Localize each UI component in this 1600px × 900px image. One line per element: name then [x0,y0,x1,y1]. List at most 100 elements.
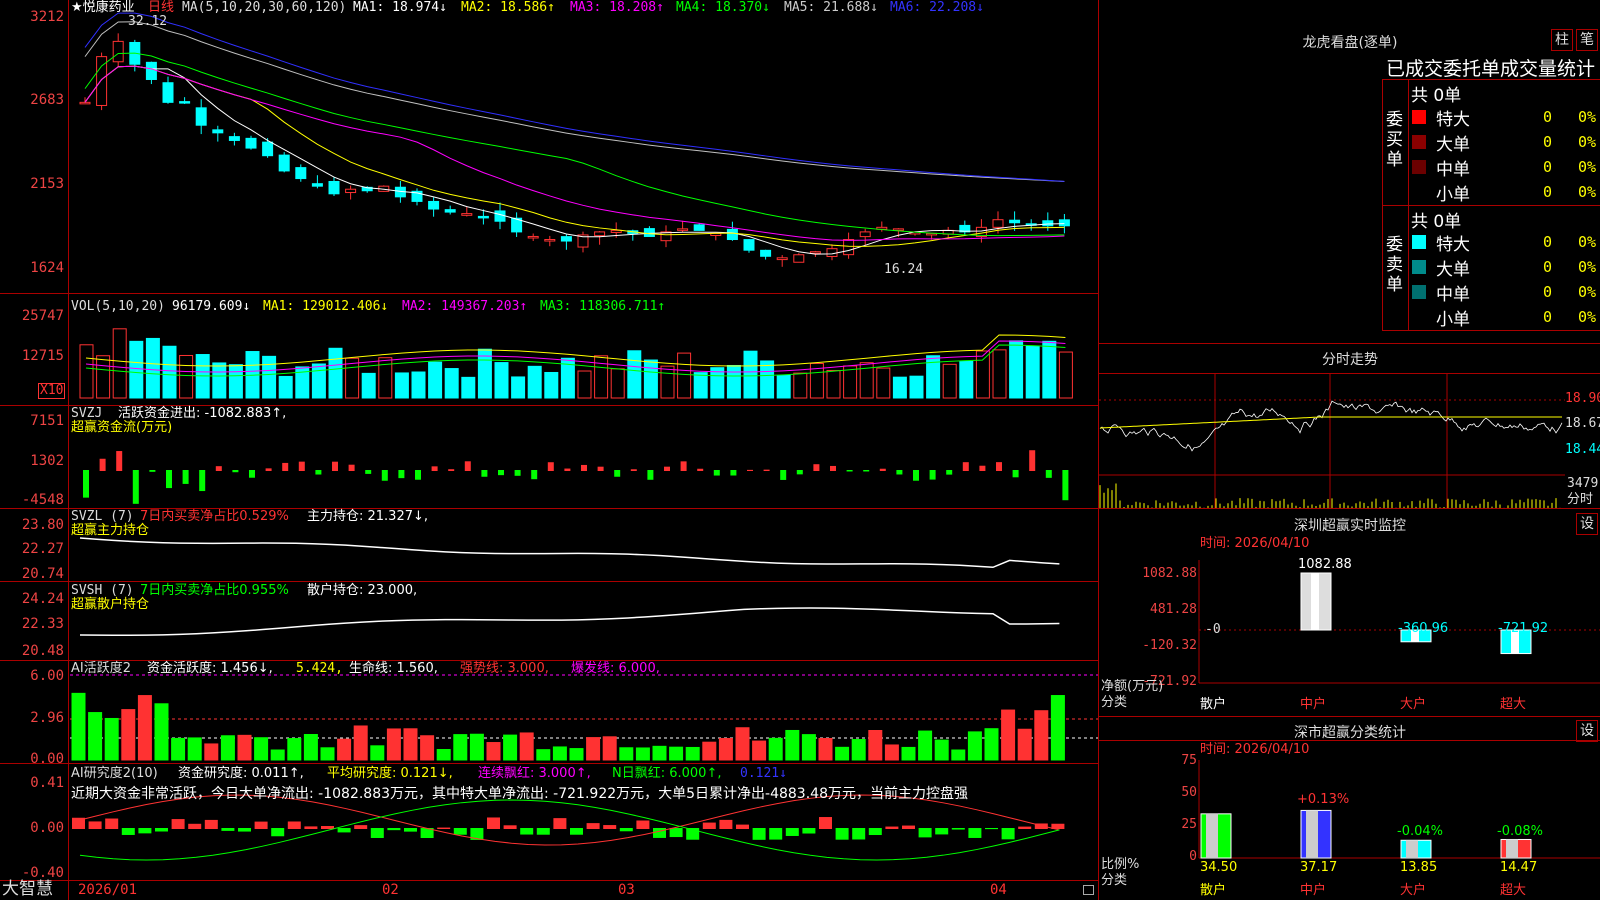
monitor-settings-button[interactable]: 设 [1576,513,1598,535]
fund-flow-bar [796,470,803,475]
brand-logo[interactable]: 大智慧 [2,880,53,898]
intraday-avg-line [1099,416,1562,429]
fund-flow-bar [149,470,156,472]
activity-bar [835,746,850,761]
candle-body [345,188,357,194]
fund-flow-bar [481,470,488,477]
research-bar [287,821,301,829]
activity-bar [1050,695,1065,761]
research-bar [304,826,318,829]
tick-view-button[interactable]: 笔 [1576,29,1598,51]
activity-bar [469,733,484,761]
fund-flow-bar [1045,470,1052,478]
research-bar [188,823,202,829]
candle-body [809,251,821,254]
candle-body [145,61,157,80]
research-bar [968,828,982,838]
svzl-axis-tick: 20.74 [21,566,64,582]
ai-research-note: 近期大资金非常活跃，今日大单净流出: -1082.883万元，其中特大单净流出:… [71,786,968,802]
activity-bar [287,738,302,761]
activity-bar [503,734,518,761]
research-bar [653,828,666,838]
activity-bar [220,735,235,761]
candle-body [444,209,456,213]
svsh-axis-tick: 24.24 [21,591,64,607]
ai-life-line: 生命线: 1.560, [349,661,438,676]
monitor-category: 中户 [1300,697,1327,712]
candle-body [1009,219,1021,224]
activity-bar [403,728,418,761]
buy-row-count: 0 [1543,183,1553,201]
research-bar [619,828,633,832]
monitor-category: 散户 [1200,697,1227,712]
candle-body [245,137,257,149]
x-axis-label: 03 [618,882,635,898]
volume-bar [162,345,177,399]
candle-body [162,82,174,103]
candle-body [278,154,290,172]
volume-bar [527,365,542,399]
fund-flow-bar [132,470,139,504]
ma5-value: MA5: 21.688↓ [784,0,878,15]
fund-flow-bar [664,466,670,471]
activity-bar [88,712,103,761]
research-bar [769,828,783,840]
stats-unit: 比例% [1101,857,1140,872]
buy-row-pct: 0% [1578,133,1597,151]
stats-settings-button[interactable]: 设 [1576,720,1598,742]
candle-body [461,213,473,216]
research-bar [918,828,932,838]
volume-bar [677,352,692,399]
ai-research-title: AI研究度2(10) [71,766,158,781]
stats-bar-delta: +0.13% [1297,792,1350,807]
stats-category: 大户 [1400,883,1427,898]
activity-bar [951,749,966,761]
period-label[interactable]: 日线 [148,1,174,15]
candle-body [992,219,1004,228]
sell-color-swatch [1412,310,1426,324]
vol-ma1: MA1: 129012.406↓ [263,299,389,314]
candle-body [295,167,307,180]
candle-body [793,254,805,263]
buy-row-name: 中单 [1436,160,1470,180]
candle-body [594,231,606,237]
ai-research-axis-tick: 0.41 [30,775,64,791]
fund-flow-bar [498,470,504,476]
ma6-value: MA6: 22.208↓ [890,0,984,15]
research-bar [719,819,733,829]
intraday-title[interactable]: 分时走势 [1260,349,1440,369]
ai-active-value: 资金活跃度: 1.456↓, [147,661,273,676]
column-view-button[interactable]: 柱 [1551,29,1573,51]
activity-bar [868,729,883,761]
volume-bar [627,350,642,399]
activity-bar [669,746,684,761]
volume-bar [1042,340,1057,399]
fund-flow-bar [763,469,770,471]
volume-bar [693,372,708,399]
fund-flow-bar [249,470,255,478]
activity-bar [303,734,318,761]
svzj-value: 活跃资金进出: -1082.883↑, [118,406,287,421]
stats-category: 散户 [1200,883,1227,898]
activity-bar [171,737,186,761]
volume-bar [278,375,293,399]
sell-row-pct: 0% [1578,233,1597,251]
ma4-value: MA4: 18.370↓ [676,0,770,15]
kline-chart-area[interactable] [0,0,1600,900]
candle-body [428,200,440,210]
candle-body [112,40,124,63]
ai-active-axis-tick: 0.00 [30,751,64,767]
activity-bar [486,742,501,761]
research-bar [1018,826,1032,829]
fund-flow-bar [830,465,836,471]
volume-bar [444,368,459,399]
lock-icon[interactable] [1083,885,1094,895]
research-bar [586,823,600,829]
price-axis-tick: 1624 [30,260,64,276]
research-bar [271,828,285,837]
stock-name[interactable]: ★悦康药业 [71,1,135,15]
activity-bar [121,709,136,761]
buy-row-count: 0 [1543,133,1553,151]
monitor-category: 大户 [1400,697,1427,712]
vol-ma2: MA2: 149367.203↑ [402,299,528,314]
